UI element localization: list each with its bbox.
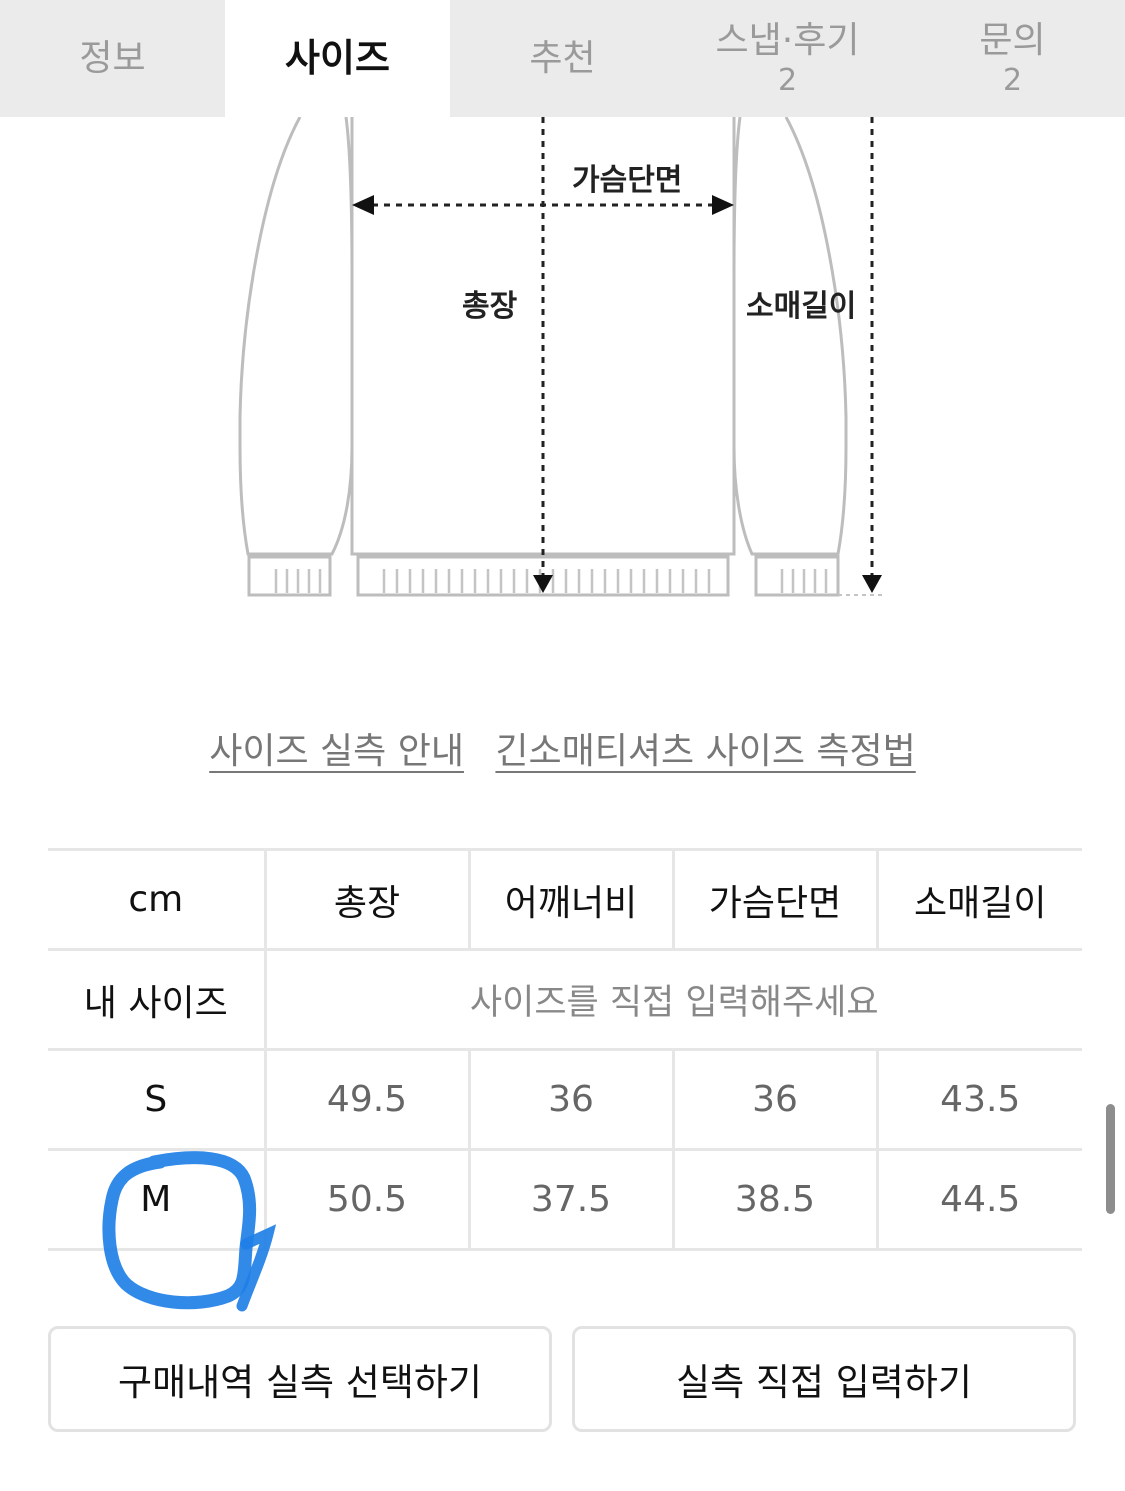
total-length-label: 총장 bbox=[462, 289, 518, 324]
table-cell: 36 bbox=[671, 1048, 877, 1151]
tab-recommend[interactable]: 추천 bbox=[450, 0, 675, 117]
tab-inquiry-count: 2 bbox=[1002, 62, 1023, 98]
table-cell: 38.5 bbox=[671, 1148, 877, 1251]
hand-drawn-circle-annotation bbox=[102, 1151, 277, 1312]
table-cell: 43.5 bbox=[875, 1048, 1082, 1151]
table-header-shoulder-width: 어깨너비 bbox=[467, 848, 673, 951]
size-label: S bbox=[48, 1048, 265, 1151]
table-header-chest-width: 가슴단면 bbox=[671, 848, 877, 951]
my-size-input-prompt[interactable]: 사이즈를 직접 입력해주세요 bbox=[263, 948, 1082, 1051]
sleeve-length-label: 소매길이 bbox=[746, 289, 857, 324]
tab-inquiry[interactable]: 문의 2 bbox=[900, 0, 1125, 117]
tab-bar: 정보 사이즈 추천 스냅·후기 2 문의 2 bbox=[0, 0, 1125, 117]
size-guide-links: 사이즈 실측 안내 긴소매티셔츠 사이즈 측정법 bbox=[0, 722, 1125, 774]
scrollbar-thumb[interactable] bbox=[1106, 1104, 1115, 1214]
measure-method-link[interactable]: 긴소매티셔츠 사이즈 측정법 bbox=[495, 731, 915, 772]
table-header-total-length: 총장 bbox=[263, 848, 469, 951]
tab-info[interactable]: 정보 bbox=[0, 0, 225, 117]
tab-recommend-label: 추천 bbox=[529, 37, 596, 79]
tab-snap-review-label: 스냅·후기 bbox=[715, 20, 860, 62]
tab-info-label: 정보 bbox=[79, 37, 146, 79]
tab-inquiry-label: 문의 bbox=[979, 20, 1046, 62]
tab-snap-review[interactable]: 스냅·후기 2 bbox=[675, 0, 900, 117]
table-cell: 49.5 bbox=[263, 1048, 469, 1151]
tab-size[interactable]: 사이즈 bbox=[225, 0, 450, 117]
table-header-row: cm 총장 어깨너비 가슴단면 소매길이 bbox=[48, 848, 1082, 951]
size-guide-link[interactable]: 사이즈 실측 안내 bbox=[209, 731, 464, 772]
purchase-history-measure-button[interactable]: 구매내역 실측 선택하기 bbox=[48, 1326, 552, 1432]
chest-width-label: 가슴단면 bbox=[572, 163, 683, 198]
tab-size-label: 사이즈 bbox=[285, 35, 390, 80]
my-size-row: 내 사이즈 사이즈를 직접 입력해주세요 bbox=[48, 948, 1082, 1051]
sweatshirt-outline-illustration bbox=[238, 117, 886, 597]
table-cell: 44.5 bbox=[875, 1148, 1082, 1251]
table-cell: 36 bbox=[467, 1048, 673, 1151]
my-size-label: 내 사이즈 bbox=[48, 948, 265, 1051]
table-header-unit: cm bbox=[48, 848, 265, 951]
tab-snap-review-count: 2 bbox=[777, 62, 798, 98]
direct-measure-input-button[interactable]: 실측 직접 입력하기 bbox=[572, 1326, 1076, 1432]
table-header-sleeve-length: 소매길이 bbox=[875, 848, 1082, 951]
table-cell: 50.5 bbox=[263, 1148, 469, 1251]
table-cell: 37.5 bbox=[467, 1148, 673, 1251]
table-row: S 49.5 36 36 43.5 bbox=[48, 1048, 1082, 1151]
size-diagram: 가슴단면 총장 소매길이 bbox=[0, 117, 1125, 647]
